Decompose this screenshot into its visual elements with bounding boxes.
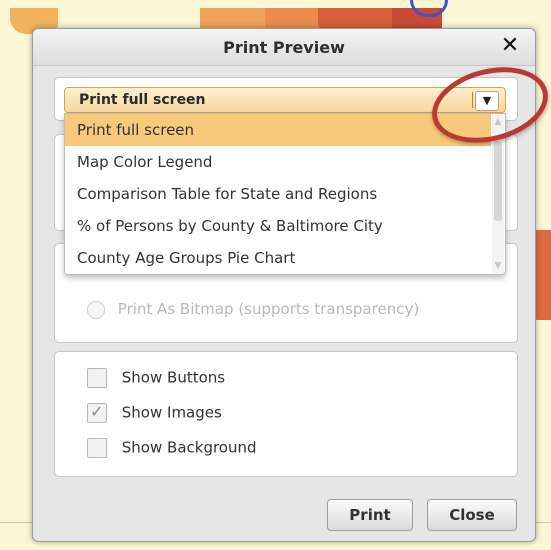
dialog-titlebar: Print Preview ✕ (33, 29, 535, 66)
close-icon[interactable]: ✕ (499, 34, 521, 58)
dropdown-option[interactable]: Print full screen (65, 114, 491, 146)
radio-bitmap: Print As Bitmap (supports transparency) (87, 300, 419, 319)
print-button[interactable]: Print (327, 499, 413, 531)
checkbox-label: Show Buttons (121, 368, 226, 387)
close-button[interactable]: Close (427, 499, 517, 531)
print-type-dropdown: Print full screen Map Color Legend Compa… (64, 113, 506, 275)
checkbox-label: Show Images (121, 403, 222, 422)
checkbox-label: Show Background (121, 438, 257, 457)
dropdown-option[interactable]: % of Persons by County & Baltimore City (65, 210, 491, 242)
dropdown-option[interactable]: Comparison Table for State and Regions (65, 178, 491, 210)
checkbox-panel: Show Buttons ✓ Show Images Show Backgrou… (54, 351, 518, 477)
radio-circle-icon (87, 300, 105, 319)
scroll-thumb[interactable] (494, 141, 502, 221)
checkbox-icon (87, 368, 107, 388)
scroll-down-icon[interactable]: ▼ (493, 261, 503, 271)
select-value: Print full screen (79, 92, 206, 108)
checkbox-icon (87, 438, 107, 458)
show-images-checkbox[interactable]: ✓ Show Images (87, 402, 222, 423)
dropdown-option[interactable]: Map Color Legend (65, 146, 491, 178)
checkmark-icon: ✓ (90, 402, 104, 421)
dropdown-option[interactable]: County Age Groups Pie Chart (65, 242, 491, 274)
dialog-title: Print Preview (223, 38, 345, 57)
checkbox-icon: ✓ (87, 402, 107, 423)
print-preview-dialog: Print Preview ✕ Print As Bitmap (support… (32, 28, 551, 542)
show-buttons-checkbox[interactable]: Show Buttons (87, 368, 225, 388)
show-background-checkbox[interactable]: Show Background (87, 438, 257, 458)
radio-bitmap-label: Print As Bitmap (supports transparency) (117, 300, 420, 318)
